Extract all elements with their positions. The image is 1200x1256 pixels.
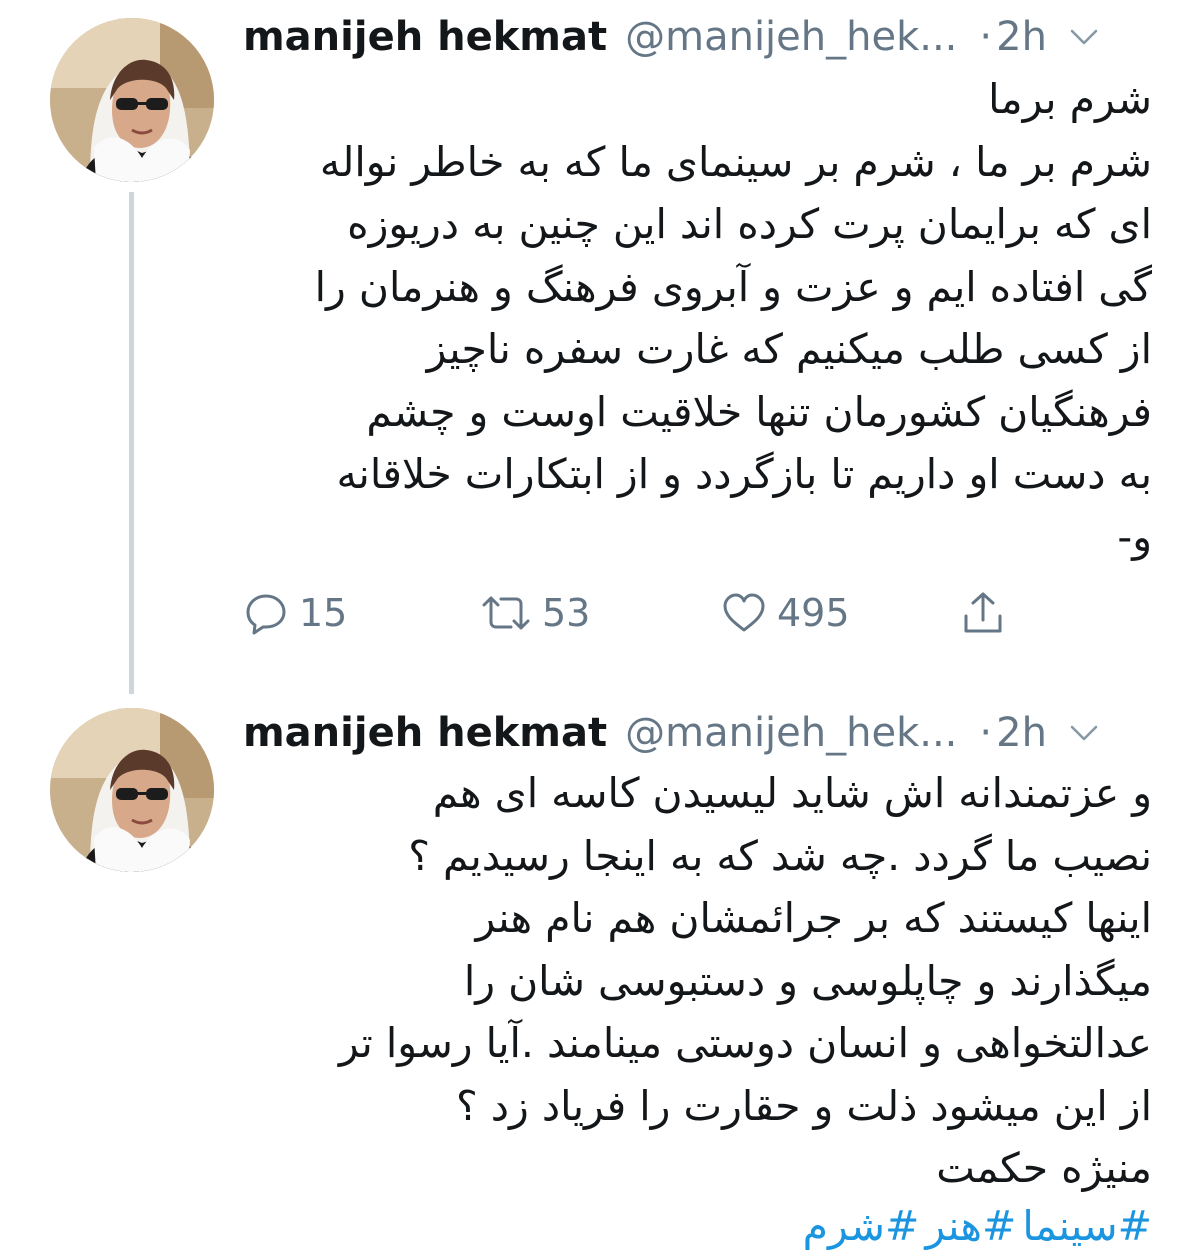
tweet-text-line: منیژه حکمت xyxy=(936,1144,1152,1192)
tweet-text-line: و عزتمندانه اش شاید لیسیدن کاسه ای هم xyxy=(432,769,1152,817)
hashtag-link[interactable]: #هنر xyxy=(925,1202,1016,1250)
tweet-text: شرم برما شرم بر ما ، شرم بر سینمای ما که… xyxy=(230,68,1152,568)
display-name[interactable]: manijeh hekmat xyxy=(243,710,607,756)
tweet-text-line: میگذارند و چاپلوسی و دستبوسی شان را xyxy=(463,956,1152,1005)
chevron-down-icon[interactable] xyxy=(1069,22,1099,52)
reply-button[interactable]: 15 xyxy=(243,585,347,641)
tweet-text-line: ای که برایمان پرت کرده اند این چنین به د… xyxy=(347,200,1152,248)
heart-icon xyxy=(723,593,765,632)
separator-dot: · xyxy=(979,710,993,756)
tweet-actions: 15 53 495 xyxy=(243,585,1023,641)
tweet-text-line: شرم برما xyxy=(988,75,1152,123)
user-handle[interactable]: @manijeh_hek... xyxy=(625,14,957,60)
retweet-icon xyxy=(482,596,530,630)
tweet-thread: manijeh hekmat @manijeh_hek... · 2h شرم … xyxy=(0,0,1200,1256)
user-handle[interactable]: @manijeh_hek... xyxy=(625,710,957,756)
reply-icon xyxy=(246,594,286,635)
tweet-text-line: از کسی طلب میکنیم که غارت سفره ناچیز xyxy=(426,325,1152,373)
user-avatar[interactable] xyxy=(50,708,214,872)
share-icon xyxy=(964,592,1002,633)
tweet-text-line: فرهنگیان کشورمان تنها خلاقیت اوست و چشم xyxy=(366,387,1152,436)
avatar-image xyxy=(50,708,214,872)
like-count: 495 xyxy=(777,591,850,635)
hashtag-list: #سینما#هنر#شرم xyxy=(230,1196,1152,1256)
tweet-text: و عزتمندانه اش شاید لیسیدن کاسه ای هم نص… xyxy=(230,762,1152,1200)
tweet-text-line: از این میشود ذلت و حقارت را فریاد زد ؟ xyxy=(455,1081,1152,1130)
tweet[interactable]: manijeh hekmat @manijeh_hek... · 2h شرم … xyxy=(0,0,1200,690)
tweet-text-line: به دست او داریم تا بازگردد و از ابتکارات… xyxy=(336,450,1152,498)
hashtag-link[interactable]: #سینما xyxy=(1022,1202,1152,1250)
chevron-down-icon[interactable] xyxy=(1069,718,1099,748)
retweet-count: 53 xyxy=(542,591,591,635)
share-button[interactable] xyxy=(960,585,1006,641)
timestamp[interactable]: 2h xyxy=(996,14,1047,60)
tweet-text-line: اینها کیستند که بر جرائمشان هم نام هنر xyxy=(475,894,1152,942)
tweet-header: manijeh hekmat @manijeh_hek... · 2h xyxy=(243,708,1160,758)
hashtag-link[interactable]: #شرم xyxy=(803,1202,920,1250)
reply-count: 15 xyxy=(299,591,348,635)
separator-dot: · xyxy=(979,14,993,60)
tweet-text-line: و- xyxy=(1117,512,1152,561)
tweet-header: manijeh hekmat @manijeh_hek... · 2h xyxy=(243,12,1160,62)
tweet-text-line: عدالتخواهی و انسان دوستی مینامند .آیا رس… xyxy=(338,1019,1152,1067)
tweet[interactable]: manijeh hekmat @manijeh_hek... · 2h و عز… xyxy=(0,696,1200,1256)
avatar-image xyxy=(50,18,214,182)
user-avatar[interactable] xyxy=(50,18,214,182)
tweet-text-line: نصیب ما گردد .چه شد که به اینجا رسیدیم ؟ xyxy=(408,831,1152,880)
tweet-text-line: شرم بر ما ، شرم بر سینمای ما که به خاطر … xyxy=(319,137,1152,186)
timestamp[interactable]: 2h xyxy=(996,710,1047,756)
tweet-text-line: گی افتاده ایم و عزت و آبروی فرهنگ و هنرم… xyxy=(314,262,1152,311)
like-button[interactable]: 495 xyxy=(721,585,850,641)
display-name[interactable]: manijeh hekmat xyxy=(243,14,607,60)
retweet-button[interactable]: 53 xyxy=(480,585,590,641)
